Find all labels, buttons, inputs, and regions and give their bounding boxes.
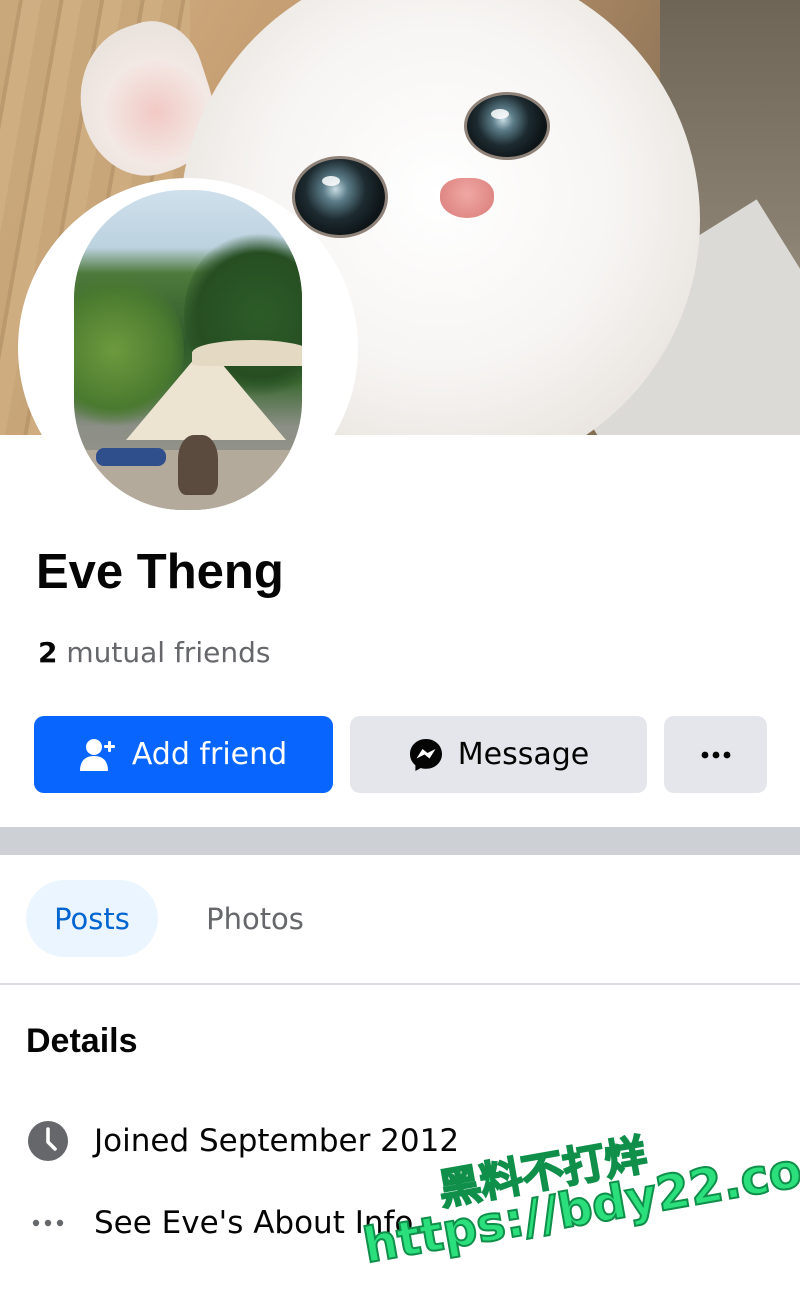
message-label: Message: [457, 737, 590, 772]
avatar-person: [178, 435, 218, 495]
add-person-icon: [79, 738, 118, 772]
detail-joined: Joined September 2012: [26, 1119, 459, 1163]
message-button[interactable]: Message: [350, 716, 647, 793]
tab-posts[interactable]: Posts: [26, 880, 158, 957]
more-dots-icon: [701, 751, 731, 759]
more-dots-icon: [26, 1201, 70, 1245]
profile-name: Eve Theng: [36, 545, 284, 599]
avatar-hammock: [96, 448, 166, 466]
avatar-umbrella: [192, 340, 302, 366]
mutual-friends-label: mutual friends: [66, 636, 271, 669]
tab-photos[interactable]: Photos: [176, 880, 334, 957]
details-heading: Details: [26, 1022, 138, 1060]
add-friend-label: Add friend: [131, 737, 288, 772]
messenger-icon: [408, 737, 444, 773]
section-divider: [0, 827, 800, 855]
about-info-text: See Eve's About Info: [94, 1205, 414, 1241]
joined-text: Joined September 2012: [94, 1123, 460, 1159]
tabs-divider: [0, 983, 800, 985]
clock-icon: [26, 1119, 70, 1163]
detail-about-link[interactable]: See Eve's About Info: [26, 1201, 413, 1245]
cat-nose: [440, 178, 494, 218]
profile-picture[interactable]: [74, 190, 302, 510]
cat-eye-right: [464, 92, 550, 160]
mutual-friends[interactable]: 2 mutual friends: [38, 636, 270, 669]
more-options-button[interactable]: [664, 716, 767, 793]
add-friend-button[interactable]: Add friend: [34, 716, 333, 793]
watermark-text: 黑料不打烊: [434, 1129, 651, 1216]
mutual-friends-count: 2: [38, 636, 58, 669]
